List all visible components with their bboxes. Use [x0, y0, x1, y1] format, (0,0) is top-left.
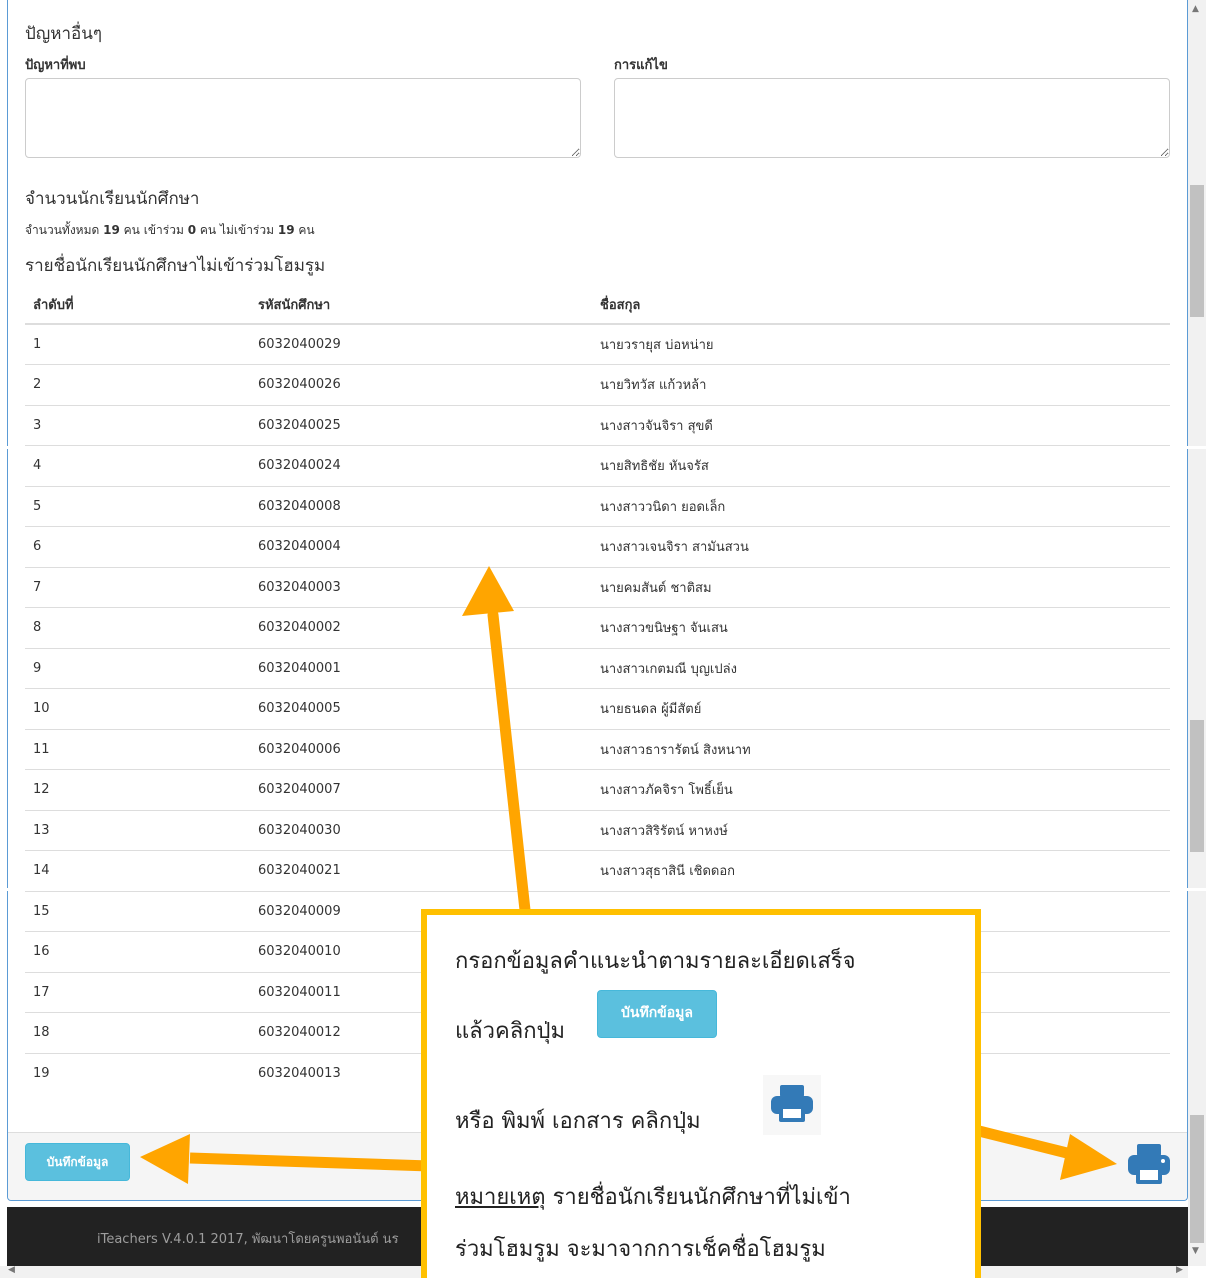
row-student-id: 6032040003	[250, 566, 592, 608]
row-order: 16	[25, 931, 250, 972]
table-row: 9 6032040001 นางสาวเกตมณี บุญเปล่ง	[25, 647, 1170, 689]
row-student-id: 6032040021	[250, 850, 592, 891]
problem-found-label: ปัญหาที่พบ	[25, 58, 86, 73]
table-row: 2 6032040026 นายวิทวัส แก้วหล้า	[25, 364, 1170, 405]
column-header-full-name: ชื่อสกุล	[592, 285, 1170, 325]
table-row: 3 6032040025 นางสาวจันจิรา สุขดี	[25, 404, 1170, 446]
row-full-name: นายสิทธิชัย หันจรัส	[592, 445, 1170, 486]
row-order: 1	[25, 323, 250, 365]
row-full-name: นางสาวจันจิรา สุขดี	[592, 404, 1170, 446]
problem-found-textarea[interactable]	[25, 78, 581, 158]
vertical-scrollbar[interactable]: ▲ ▼	[1188, 0, 1206, 1266]
row-full-name: นายวิทวัส แก้วหล้า	[592, 364, 1170, 405]
solution-label: การแก้ไข	[614, 58, 668, 73]
table-row: 14 6032040021 นางสาวสุธาสินี เชิดดอก	[25, 850, 1170, 891]
scroll-up-icon[interactable]: ▲	[1192, 4, 1199, 14]
row-order: 9	[25, 647, 250, 689]
stitch-seam	[0, 446, 1206, 449]
stitch-seam-2	[0, 888, 1206, 891]
row-full-name: นายคมสันต์ ชาติสม	[592, 566, 1170, 608]
row-student-id: 6032040006	[250, 728, 592, 770]
row-full-name: นายวรายุส บ่อหน่าย	[592, 323, 1170, 365]
callout-note: หมายเหตุ รายชื่อนักเรียนนักศึกษาที่ไม่เข…	[455, 1185, 851, 1210]
callout-print-text: หรือ พิมพ์ เอกสาร คลิกปุ่ม	[455, 1109, 701, 1134]
row-order: 18	[25, 1012, 250, 1053]
row-student-id: 6032040025	[250, 404, 592, 446]
row-order: 3	[25, 404, 250, 446]
scroll-thumb-3[interactable]	[1190, 1115, 1204, 1243]
row-full-name: นางสาวสิริรัตน์ หาหงษ์	[592, 809, 1170, 851]
row-student-id: 6032040002	[250, 607, 592, 648]
row-student-id: 6032040024	[250, 445, 592, 486]
row-student-id: 6032040005	[250, 688, 592, 729]
print-icon[interactable]	[1126, 1142, 1172, 1186]
table-row: 8 6032040002 นางสาวขนิษฐา จันเสน	[25, 607, 1170, 648]
row-order: 4	[25, 445, 250, 486]
row-full-name: นายธนดล ผู้มีสัตย์	[592, 688, 1170, 729]
row-student-id: 6032040001	[250, 647, 592, 689]
row-order: 19	[25, 1052, 250, 1094]
callout-instruction: กรอกข้อมูลคำแนะนำตามรายละเอียดเสร็จ	[455, 949, 856, 974]
scroll-thumb[interactable]	[1190, 185, 1204, 317]
callout-note-continued: ร่วมโฮมรูม จะมาจากการเช็คชื่อโฮมรูม	[455, 1237, 826, 1262]
row-full-name: นางสาวขนิษฐา จันเสน	[592, 607, 1170, 648]
table-row: 13 6032040030 นางสาวสิริรัตน์ หาหงษ์	[25, 809, 1170, 851]
table-row: 4 6032040024 นายสิทธิชัย หันจรัส	[25, 445, 1170, 486]
row-full-name: นางสาววนิดา ยอดเล็ก	[592, 485, 1170, 527]
row-order: 10	[25, 688, 250, 729]
table-row: 1 6032040029 นายวรายุส บ่อหน่าย	[25, 323, 1170, 365]
table-row: 7 6032040003 นายคมสันต์ ชาติสม	[25, 566, 1170, 608]
scroll-down-icon[interactable]: ▼	[1192, 1246, 1199, 1256]
table-row: 5 6032040008 นางสาววนิดา ยอดเล็ก	[25, 485, 1170, 527]
row-full-name: นางสาวเจนจิรา สามันสวน	[592, 526, 1170, 567]
row-student-id: 6032040030	[250, 809, 592, 851]
scroll-thumb-2[interactable]	[1190, 720, 1204, 852]
row-order: 13	[25, 809, 250, 851]
row-order: 12	[25, 769, 250, 810]
callout-print-icon	[763, 1075, 821, 1135]
row-order: 7	[25, 566, 250, 608]
column-header-order: ลำดับที่	[25, 285, 250, 325]
solution-textarea[interactable]	[614, 78, 1170, 158]
table-row: 11 6032040006 นางสาวธารารัตน์ สิงหนาท	[25, 728, 1170, 770]
row-student-id: 6032040004	[250, 526, 592, 567]
other-problems-title: ปัญหาอื่นๆ	[25, 24, 102, 44]
row-order: 2	[25, 364, 250, 405]
copyright-text: iTeachers V.4.0.1 2017, พัฒนาโดยครูนพอนั…	[97, 1232, 399, 1247]
row-order: 15	[25, 890, 250, 932]
row-order: 14	[25, 850, 250, 891]
callout-save-button-sample: บันทึกข้อมูล	[597, 990, 717, 1038]
absent-list-title: รายชื่อนักเรียนนักศึกษาไม่เข้าร่วมโฮมรูม	[25, 256, 326, 276]
row-order: 17	[25, 971, 250, 1013]
row-student-id: 6032040029	[250, 323, 592, 365]
table-header-row: ลำดับที่ รหัสนักศึกษา ชื่อสกุล	[25, 285, 1170, 325]
table-row: 10 6032040005 นายธนดล ผู้มีสัตย์	[25, 688, 1170, 729]
table-row: 12 6032040007 นางสาวภัคจิรา โพธิ์เย็น	[25, 769, 1170, 810]
row-order: 8	[25, 607, 250, 648]
row-full-name: นางสาวภัคจิรา โพธิ์เย็น	[592, 769, 1170, 810]
scroll-left-icon[interactable]: ◀	[8, 1265, 15, 1275]
row-full-name: นางสาวเกตมณี บุญเปล่ง	[592, 647, 1170, 689]
row-student-id: 6032040007	[250, 769, 592, 810]
scroll-right-icon[interactable]: ▶	[1176, 1265, 1183, 1275]
student-count-summary: จำนวนทั้งหมด 19 คน เข้าร่วม 0 คน ไม่เข้า…	[25, 223, 315, 237]
student-count-title: จำนวนนักเรียนนักศึกษา	[25, 189, 200, 209]
row-full-name: นางสาวธารารัตน์ สิงหนาท	[592, 728, 1170, 770]
callout-click-button-text: แล้วคลิกปุ่ม	[455, 1019, 565, 1044]
row-student-id: 6032040008	[250, 485, 592, 527]
column-header-student-id: รหัสนักศึกษา	[250, 285, 592, 325]
row-order: 5	[25, 485, 250, 527]
save-button[interactable]: บันทึกข้อมูล	[25, 1143, 130, 1181]
row-full-name: นางสาวสุธาสินี เชิดดอก	[592, 850, 1170, 891]
row-order: 6	[25, 526, 250, 567]
row-student-id: 6032040026	[250, 364, 592, 405]
instruction-callout: กรอกข้อมูลคำแนะนำตามรายละเอียดเสร็จ แล้ว…	[421, 909, 981, 1278]
table-row: 6 6032040004 นางสาวเจนจิรา สามันสวน	[25, 526, 1170, 567]
row-order: 11	[25, 728, 250, 770]
